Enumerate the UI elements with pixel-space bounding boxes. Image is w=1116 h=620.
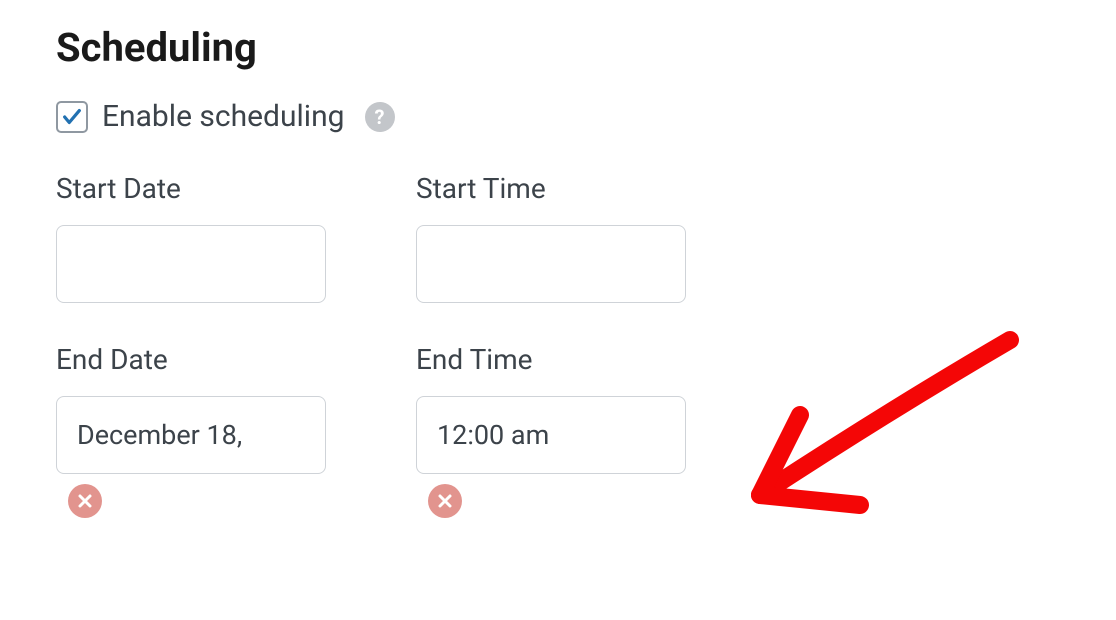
enable-scheduling-checkbox[interactable]: [56, 101, 88, 133]
check-icon: [61, 106, 83, 128]
section-title: Scheduling: [56, 24, 1060, 71]
start-date-label: Start Date: [56, 172, 326, 205]
clear-end-date-button[interactable]: [68, 484, 102, 518]
end-time-input[interactable]: [416, 396, 686, 474]
end-fields-row: End Date End Time: [56, 343, 1060, 518]
clear-end-time-button[interactable]: [428, 484, 462, 518]
enable-scheduling-row: Enable scheduling ?: [56, 99, 1060, 134]
start-date-input[interactable]: [56, 225, 326, 303]
start-fields-row: Start Date Start Time: [56, 172, 1060, 303]
start-time-input[interactable]: [416, 225, 686, 303]
start-time-label: Start Time: [416, 172, 686, 205]
end-time-field-group: End Time: [416, 343, 686, 518]
end-date-label: End Date: [56, 343, 326, 376]
end-date-field-group: End Date: [56, 343, 326, 518]
start-date-field-group: Start Date: [56, 172, 326, 303]
close-icon: [437, 493, 453, 509]
close-icon: [77, 493, 93, 509]
end-time-label: End Time: [416, 343, 686, 376]
enable-scheduling-label: Enable scheduling: [102, 99, 345, 134]
help-icon[interactable]: ?: [365, 102, 395, 132]
end-date-input[interactable]: [56, 396, 326, 474]
start-time-field-group: Start Time: [416, 172, 686, 303]
